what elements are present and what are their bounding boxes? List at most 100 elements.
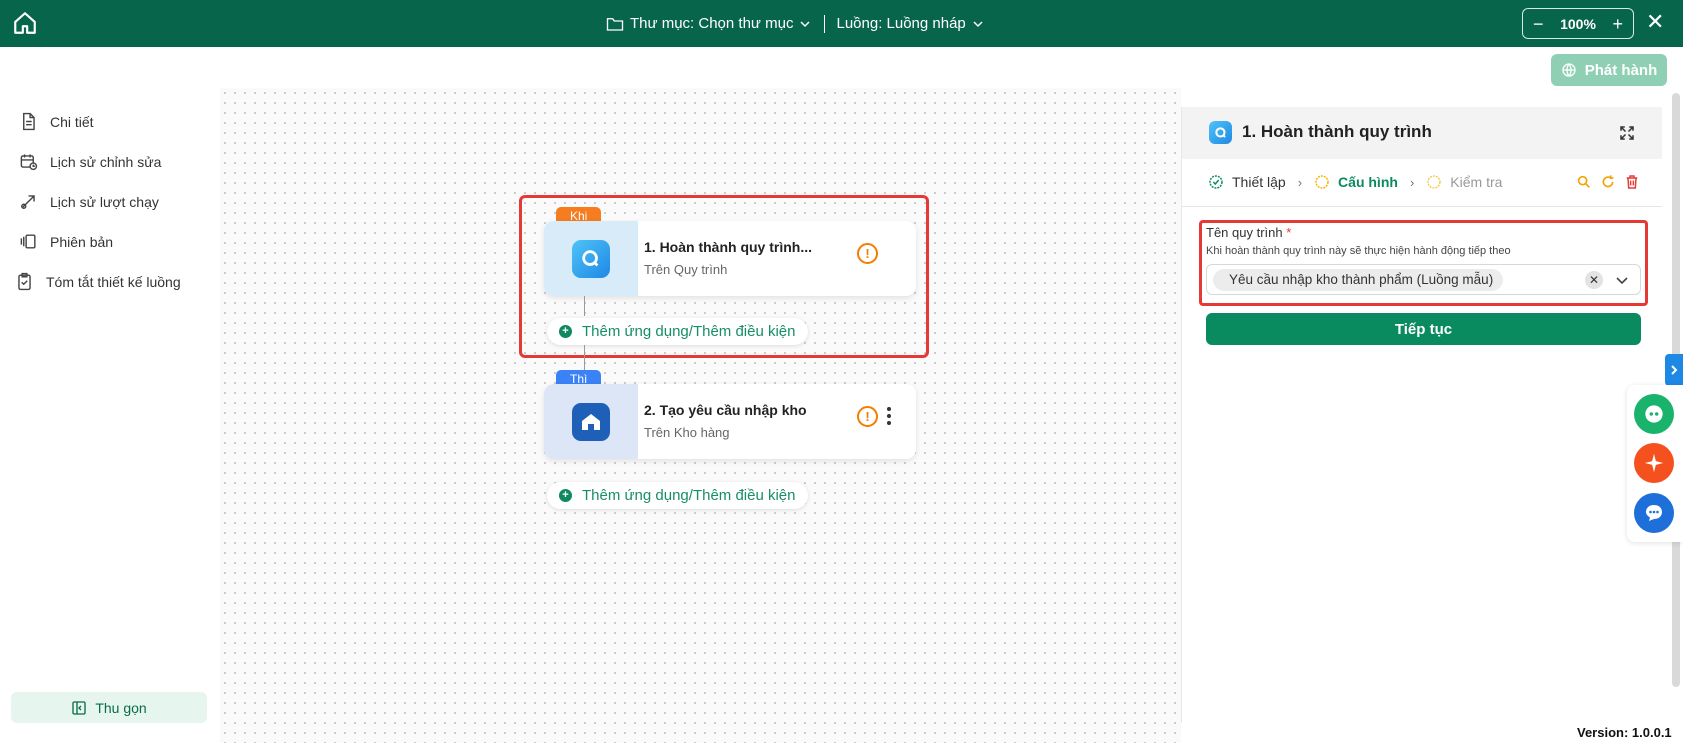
expand-side-panel-button[interactable] (1665, 354, 1683, 386)
chat-icon (1646, 505, 1662, 521)
sidebar-item-label: Chi tiết (50, 113, 94, 130)
process-app-icon (572, 239, 610, 278)
trigger-node-title: 1. Hoàn thành quy trình... (644, 239, 812, 255)
connector-line (584, 345, 585, 371)
folder-icon (606, 17, 624, 31)
node-config-panel: 1. Hoàn thành quy trình Thiết lập › Cấu … (1181, 107, 1662, 723)
breadcrumb: Thư mục: Chọn thư mục Luồng: Luồng nháp (606, 0, 984, 47)
action-node[interactable]: 2. Tạo yêu cầu nhập kho Trên Kho hàng ! (544, 384, 916, 459)
chevron-right-icon: › (1409, 174, 1415, 190)
chevron-right-icon (1671, 365, 1678, 375)
publish-label: Phát hành (1584, 61, 1658, 79)
sidebar-item-versions[interactable]: Phiên bản (19, 232, 113, 251)
versions-icon (20, 234, 36, 249)
close-button[interactable]: ✕ (1646, 10, 1664, 34)
floating-actions (1627, 385, 1683, 542)
action-node-subtitle: Trên Kho hàng (644, 425, 730, 440)
add-app-condition-label: Thêm ứng dụng/Thêm điều kiện (582, 487, 796, 504)
chevron-right-icon: › (1297, 174, 1303, 190)
sidebar-item-label: Lịch sử lượt chạy (50, 193, 159, 210)
panel-header: 1. Hoàn thành quy trình (1182, 107, 1662, 159)
globe-icon (1562, 63, 1576, 77)
collapse-label: Thu gọn (95, 699, 147, 716)
chevron-down-icon[interactable] (1612, 270, 1632, 290)
bot-assistant-button[interactable] (1634, 394, 1674, 434)
document-icon (23, 112, 35, 131)
process-app-icon (1209, 121, 1232, 144)
folder-label: Thư mục: Chọn thư mục (630, 15, 794, 32)
panel-tools (1576, 174, 1640, 190)
plus-icon: + (559, 489, 572, 502)
collapse-panel-icon (72, 700, 86, 715)
process-name-label: Tên quy trình * (1206, 225, 1291, 240)
sidebar-item-label: Phiên bản (50, 233, 114, 250)
trash-icon[interactable] (1624, 174, 1640, 190)
connector-line (584, 296, 585, 316)
clear-selection-icon[interactable]: ✕ (1585, 271, 1603, 289)
warehouse-app-icon (572, 402, 610, 441)
action-icon-area (544, 384, 638, 459)
trigger-node[interactable]: 1. Hoàn thành quy trình... Trên Quy trìn… (544, 221, 916, 296)
refresh-icon[interactable] (1600, 174, 1616, 190)
bot-icon (1645, 405, 1663, 423)
clipboard-check-icon (18, 272, 31, 291)
more-options-icon[interactable] (884, 404, 894, 428)
process-name-select[interactable]: Yêu cầu nhập kho thành phẩm (Luồng mẫu) … (1206, 264, 1641, 295)
top-bar: Thư mục: Chọn thư mục Luồng: Luồng nháp … (0, 0, 1683, 47)
ai-sparkle-button[interactable] (1634, 443, 1674, 483)
continue-button[interactable]: Tiếp tục (1206, 313, 1641, 345)
sidebar: Chi tiết Lịch sử chỉnh sửa Lịch sử lượt … (1, 88, 220, 743)
selected-process-chip: Yêu cầu nhập kho thành phẩm (Luồng mẫu) (1213, 269, 1504, 291)
panel-divider (1182, 206, 1662, 207)
step-config[interactable]: Cấu hình (1314, 174, 1398, 190)
check-circle-icon (1209, 175, 1223, 189)
field-label-text: Tên quy trình (1206, 225, 1283, 240)
sidebar-item-flow-summary[interactable]: Tóm tắt thiết kế luồng (15, 272, 181, 291)
chevron-down-icon (973, 20, 983, 27)
progress-circle-icon (1315, 175, 1329, 189)
step-label: Cấu hình (1338, 174, 1398, 190)
sidebar-item-label: Tóm tắt thiết kế luồng (46, 273, 181, 290)
warning-icon[interactable]: ! (857, 406, 878, 427)
sidebar-item-label: Lịch sử chỉnh sửa (50, 153, 162, 170)
action-node-title: 2. Tạo yêu cầu nhập kho (644, 402, 807, 418)
add-app-condition-button[interactable]: + Thêm ứng dụng/Thêm điều kiện (547, 482, 808, 509)
run-icon (21, 195, 35, 209)
flow-label: Luồng: Luồng nháp (836, 15, 966, 32)
sparkle-icon (1644, 453, 1664, 473)
plus-icon: + (559, 325, 572, 338)
step-setup[interactable]: Thiết lập (1208, 174, 1286, 190)
folder-selector[interactable]: Thư mục: Chọn thư mục (606, 15, 811, 32)
zoom-in-button[interactable]: + (1612, 15, 1623, 33)
step-label: Thiết lập (1232, 174, 1286, 190)
calendar-clock-icon (20, 154, 38, 171)
flow-selector[interactable]: Luồng: Luồng nháp (836, 15, 983, 32)
required-mark: * (1286, 225, 1292, 240)
search-icon[interactable] (1576, 174, 1592, 190)
warning-icon[interactable]: ! (857, 243, 878, 264)
process-name-help: Khi hoàn thành quy trình này sẽ thực hiệ… (1206, 245, 1511, 257)
publish-button[interactable]: Phát hành (1551, 54, 1667, 86)
sidebar-item-details[interactable]: Chi tiết (19, 112, 94, 131)
add-app-condition-button[interactable]: + Thêm ứng dụng/Thêm điều kiện (547, 318, 808, 345)
trigger-icon-area (544, 221, 638, 296)
pending-circle-icon (1427, 175, 1441, 189)
zoom-control: − 100% + (1522, 8, 1634, 39)
breadcrumb-separator (824, 14, 826, 33)
chevron-down-icon (800, 20, 811, 27)
home-icon[interactable] (12, 10, 38, 36)
step-test[interactable]: Kiểm tra (1426, 174, 1502, 190)
expand-icon[interactable] (1618, 124, 1636, 142)
sidebar-item-run-history[interactable]: Lịch sử lượt chạy (19, 192, 159, 211)
trigger-node-subtitle: Trên Quy trình (644, 262, 728, 277)
config-steps: Thiết lập › Cấu hình › Kiểm tra (1208, 174, 1502, 190)
add-app-condition-label: Thêm ứng dụng/Thêm điều kiện (582, 323, 796, 340)
panel-title: 1. Hoàn thành quy trình (1242, 122, 1432, 141)
step-label: Kiểm tra (1450, 174, 1503, 190)
zoom-out-button[interactable]: − (1533, 15, 1544, 33)
chat-button[interactable] (1634, 493, 1674, 533)
zoom-level: 100% (1560, 15, 1596, 32)
sidebar-item-edit-history[interactable]: Lịch sử chỉnh sửa (19, 152, 161, 171)
version-label: Version: 1.0.0.1 (1577, 725, 1672, 740)
collapse-button[interactable]: Thu gọn (11, 692, 207, 723)
